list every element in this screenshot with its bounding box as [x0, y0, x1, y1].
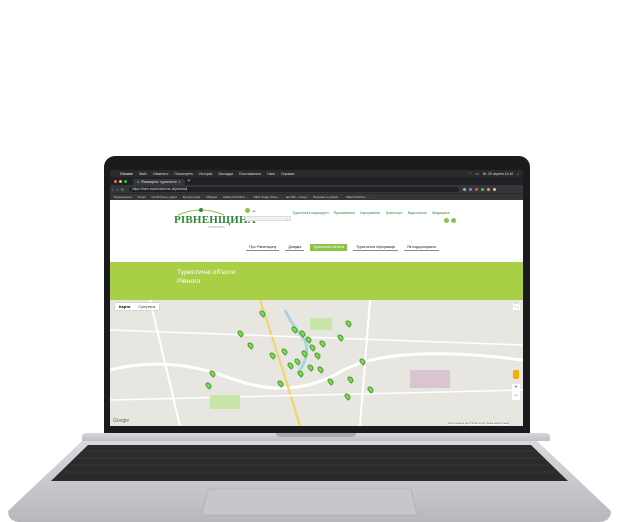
logo-text: РІВНЕНЩИНА — [174, 214, 256, 226]
menubar-item[interactable]: Пользователи — [239, 172, 261, 176]
bookmark-item[interactable]: CovidTravel_Agent — [151, 195, 176, 199]
page-title-line: Рівного — [177, 278, 201, 285]
nav-item-about[interactable]: Про Рівненщину — [246, 244, 280, 251]
facebook-icon[interactable] — [444, 218, 449, 223]
close-tab-icon[interactable]: × — [179, 180, 181, 184]
street-view-icon[interactable] — [513, 370, 519, 379]
bookmark-item[interactable]: Gmail — [138, 195, 146, 199]
main-navigation: Про Рівненщину Довідка Туристичні об'єкт… — [246, 244, 439, 251]
search-icon[interactable]: ⌕ — [286, 217, 288, 221]
browser-toolbar: ‹ › ↻ https://rivne.travel/uk/rivne-obje… — [110, 185, 523, 193]
zoom-out-button[interactable]: − — [512, 392, 520, 400]
top-navigation: Туристичні маршрути Проживання Харчуванн… — [292, 211, 450, 215]
map-type-map[interactable]: Карта — [115, 303, 134, 310]
web-page: РІВНЕНЩИНА ТУРИСТИЧНА ua ⌕ Туристичні ма… — [110, 200, 523, 426]
bookmark-item[interactable]: Переваги в дизай... — [313, 195, 340, 199]
menubar-clock[interactable]: Вт, 25 червня 14:40 — [483, 172, 513, 176]
extension-icon[interactable] — [487, 187, 490, 191]
site-logo[interactable]: РІВНЕНЩИНА ТУРИСТИЧНА — [168, 206, 256, 232]
top-nav-item[interactable]: Транспорт — [385, 211, 403, 215]
instagram-icon[interactable] — [451, 218, 456, 223]
map-type-control: Карта Супутник — [115, 303, 160, 310]
extension-icon[interactable] — [475, 187, 478, 191]
bookmark-item[interactable]: SEO Image Sizes... — [254, 195, 280, 199]
bookmark-item[interactable]: Adobe Portfolio |... — [223, 195, 248, 199]
menubar-item[interactable]: Изменить — [153, 172, 168, 176]
bookmarks-bar: Приложения Gmail CovidTravel_Agent Бухга… — [110, 193, 523, 200]
mac-menubar: Chrome Файл Изменить Посмотреть История … — [110, 170, 523, 177]
fullscreen-icon[interactable]: ⛶ — [513, 303, 520, 310]
profile-avatar[interactable] — [493, 187, 496, 191]
wifi-icon[interactable]: ◠ — [469, 172, 472, 176]
nav-item-reference[interactable]: Довідка — [285, 244, 305, 251]
bookmark-star-icon[interactable] — [463, 187, 466, 191]
tab-strip: ● Рівнещина: туристичні × + — [110, 177, 523, 185]
bookmark-item[interactable]: Бухгалтерия — [183, 195, 200, 199]
bookmark-item[interactable]: англійс - пошук — [286, 195, 307, 199]
menubar-item[interactable]: Справка — [281, 172, 294, 176]
extension-icon[interactable] — [481, 187, 484, 191]
menubar-item[interactable]: История — [199, 172, 212, 176]
zoom-control: + − — [512, 384, 520, 400]
laptop-notch — [276, 433, 356, 437]
screen: Chrome Файл Изменить Посмотреть История … — [110, 170, 523, 426]
top-nav-item[interactable]: Туристичні маршрути — [292, 211, 329, 215]
menubar-item[interactable]: Окно — [267, 172, 275, 176]
google-map[interactable]: Карта Супутник ⛶ + − Google Картографічн… — [110, 300, 523, 426]
search-icon[interactable]: ⌕ — [517, 172, 519, 176]
menubar-app[interactable]: Chrome — [120, 172, 133, 176]
bookmark-item[interactable]: Watch Archive -... — [346, 195, 369, 199]
map-type-satellite[interactable]: Супутник — [134, 303, 159, 310]
zoom-in-button[interactable]: + — [512, 384, 520, 392]
page-title-line: Туристичні об'єкти — [177, 269, 236, 276]
extensions — [463, 187, 496, 191]
menubar-item[interactable]: Посмотреть — [174, 172, 193, 176]
url-text: https://rivne.travel/uk/rivne-objects#al… — [132, 187, 188, 191]
favicon-icon: ● — [137, 180, 140, 184]
bookmark-item[interactable]: Приложения — [114, 195, 132, 199]
globe-icon — [245, 208, 250, 213]
top-nav-item[interactable]: Проживання — [334, 211, 355, 215]
zoom-window-button[interactable] — [124, 179, 127, 183]
social-links — [444, 218, 456, 223]
address-bar[interactable]: https://rivne.travel/uk/rivne-objects#al… — [129, 186, 459, 192]
nav-item-how-to-travel[interactable]: Як подорожувати — [404, 244, 439, 251]
map-tiles — [110, 300, 523, 426]
laptop-keyboard-deck — [8, 441, 611, 522]
site-search-input[interactable]: ⌕ — [245, 216, 291, 221]
nav-item-tourist-objects[interactable]: Туристичні об'єкти — [310, 244, 348, 251]
minimize-window-button[interactable] — [119, 179, 122, 183]
language-label: ua — [252, 208, 256, 213]
hero-banner: Туристичні об'єкти Рівного — [110, 262, 523, 300]
top-nav-item[interactable]: Харчування — [360, 211, 380, 215]
close-window-button[interactable] — [114, 179, 117, 183]
map-attribution[interactable]: Картографічні дані ©2019 Google Умови ви… — [448, 422, 509, 425]
bookmark-item[interactable]: inDigest — [206, 195, 217, 199]
nav-item-tourist-info[interactable]: Туристична інформація — [353, 244, 399, 251]
top-nav-item[interactable]: Медицина — [432, 211, 450, 215]
new-tab-button[interactable]: + — [188, 178, 191, 184]
tab-title: Рівнещина: туристичні — [141, 180, 177, 184]
reload-icon[interactable]: ↻ — [120, 187, 125, 192]
menubar-item[interactable]: Файл — [139, 172, 147, 176]
page-title: Туристичні об'єкти Рівного — [177, 268, 357, 286]
extension-icon[interactable] — [469, 187, 472, 191]
google-logo[interactable]: Google — [113, 418, 129, 424]
window-controls — [114, 179, 127, 183]
top-nav-item[interactable]: Відпочинок — [408, 211, 427, 215]
language-switch[interactable]: ua — [245, 208, 255, 213]
menubar-item[interactable]: Закладки — [218, 172, 233, 176]
logo-subtitle: ТУРИСТИЧНА — [208, 226, 225, 229]
battery-icon[interactable]: ▭ — [475, 172, 478, 176]
